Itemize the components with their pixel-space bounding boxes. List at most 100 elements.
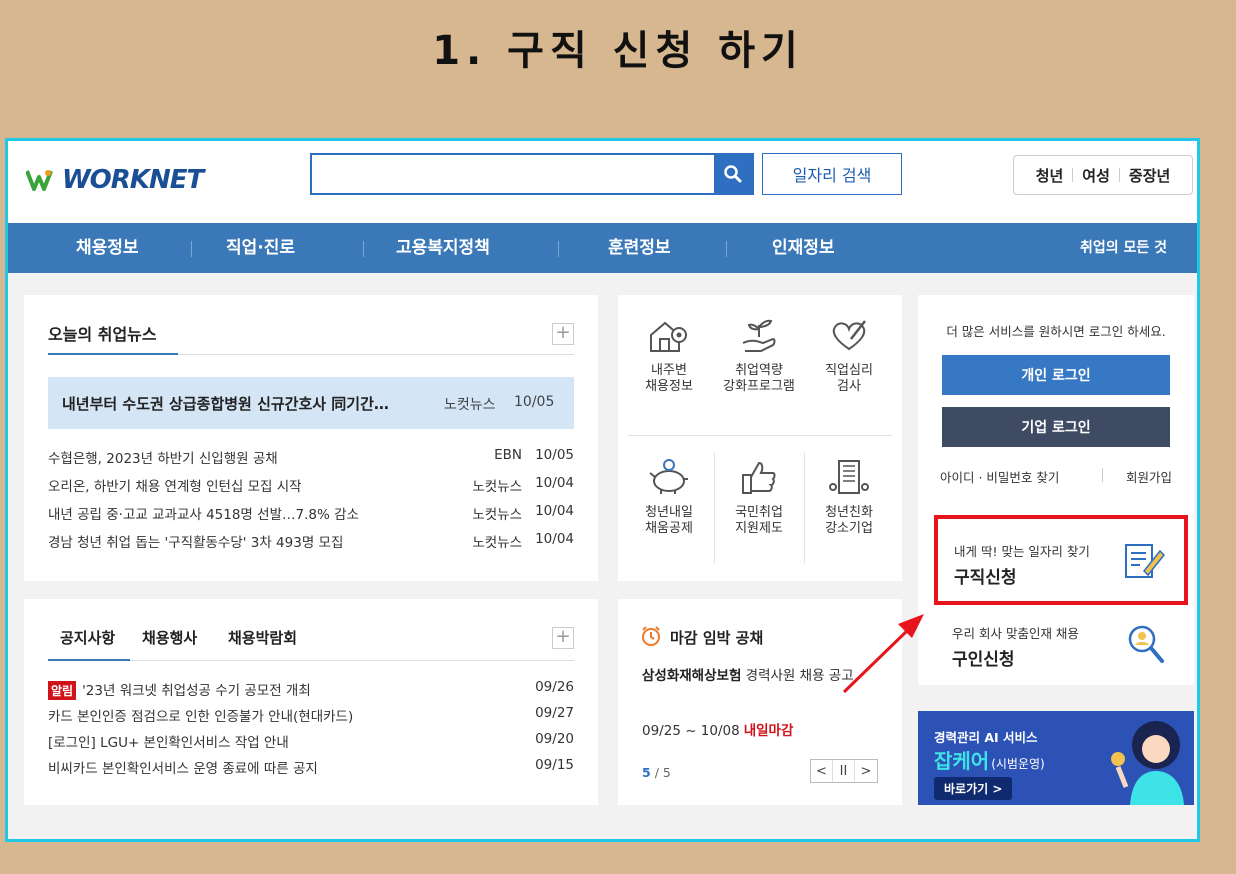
company-login-button[interactable]: 기업 로그인 (942, 407, 1170, 447)
news-panel: 오늘의 취업뉴스 + 내년부터 수도권 상급종합병원 신규간호사 同기간… 노컷… (24, 295, 598, 581)
current-page: 5 (642, 765, 651, 780)
sprout-hand-icon (742, 319, 776, 352)
news-row[interactable]: 오리온, 하반기 채용 연계형 인턴십 모집 시작 노컷뉴스 10/04 (48, 475, 574, 497)
search-button[interactable] (714, 155, 752, 193)
tab-middle-aged[interactable]: 중장년 (1129, 165, 1170, 186)
service-capacity-program[interactable]: 취업역량 강화프로그램 (714, 315, 804, 395)
deadline-posting[interactable]: 삼성화재해상보험 경력사원 채용 공고 (642, 665, 878, 687)
tab-notices[interactable]: 공지사항 (60, 627, 115, 648)
service-label: 내주변 (651, 363, 687, 378)
service-youth-savings[interactable]: 청년내일 채움공제 (624, 457, 714, 537)
hire-subtitle[interactable]: 우리 회사 맞춤인재 채용 (952, 623, 1079, 642)
tab-job-fairs[interactable]: 채용박람회 (228, 627, 297, 648)
notice-row[interactable]: 알림 '23년 워크넷 취업성공 수기 공모전 개최 09/26 (48, 679, 574, 701)
nav-divider (363, 241, 364, 257)
job-title: 경력사원 채용 공고 (745, 668, 854, 684)
next-button[interactable]: > (855, 760, 877, 782)
news-source: 노컷뉴스 (472, 535, 522, 551)
sign-up-link[interactable]: 회원가입 (1126, 467, 1172, 486)
divider (1118, 168, 1120, 182)
notice-text: '23년 워크넷 취업성공 수기 공모전 개최 (82, 683, 311, 699)
find-id-password-link[interactable]: 아이디 · 비밀번호 찾기 (940, 467, 1059, 486)
banner-line1: 경력관리 AI 서비스 (934, 730, 1038, 745)
magnifier-person-icon[interactable] (1122, 621, 1168, 667)
pause-button[interactable]: II (833, 760, 855, 782)
service-label: 강소기업 (825, 521, 873, 536)
service-label: 청년친화 (825, 505, 873, 520)
more-notices-button[interactable]: + (552, 627, 574, 649)
news-title[interactable]: 오늘의 취업뉴스 (48, 321, 157, 345)
notice-row[interactable]: [로그인] LGU+ 본인확인서비스 작업 안내 09/20 (48, 731, 574, 753)
service-nearby-jobs[interactable]: 내주변 채용정보 (624, 315, 714, 395)
service-national-employment[interactable]: 국민취업 지원제도 (714, 457, 804, 537)
alarm-clock-icon (642, 626, 660, 646)
nav-item-all[interactable]: 취업의 모든 것 (1080, 223, 1167, 273)
news-row[interactable]: 경남 청년 취업 돕는 '구직활동수당' 3차 493명 모집 노컷뉴스 10/… (48, 531, 574, 553)
nav-item-recruit[interactable]: 채용정보 (76, 223, 139, 273)
banner-title: 잡케어 (시범운영) (934, 745, 1045, 774)
news-source: 노컷뉴스 (472, 507, 522, 523)
divider (178, 354, 574, 355)
period-text: 09/25 ~ 10/08 (642, 723, 740, 739)
tab-underline (48, 353, 178, 355)
site-header: WORKNET 일자리 검색 청년 여성 중장년 (8, 141, 1197, 223)
hire-title[interactable]: 구인신청 (952, 645, 1015, 670)
nav-item-talent[interactable]: 인재정보 (772, 223, 835, 273)
login-hint: 더 많은 서비스를 원하시면 로그인 하세요. (946, 324, 1166, 339)
divider (1102, 468, 1103, 482)
tab-women[interactable]: 여성 (1082, 165, 1110, 186)
news-text: 수협은행, 2023년 하반기 신입행원 공채 (48, 451, 278, 467)
notice-row[interactable]: 비씨카드 본인확인서비스 운영 종료에 따른 공지 09/15 (48, 757, 574, 779)
tab-youth[interactable]: 청년 (1036, 165, 1064, 186)
search-input[interactable] (312, 155, 712, 193)
nav-divider (726, 241, 727, 257)
carousel-controls: < II > (810, 759, 878, 783)
prev-button[interactable]: < (811, 760, 833, 782)
nav-item-training[interactable]: 훈련정보 (608, 223, 671, 273)
news-source: 노컷뉴스 (472, 479, 522, 495)
notice-text: 카드 본인인증 점검으로 인한 인증불가 안내(현대카드) (48, 709, 354, 725)
nav-divider (191, 241, 192, 257)
notice-panel: 공지사항 채용행사 채용박람회 + 알림 '23년 워크넷 취업성공 수기 공모전… (24, 599, 598, 805)
notice-date: 09/20 (535, 731, 574, 747)
headline-date: 10/05 (514, 394, 555, 410)
building-icon (829, 460, 869, 494)
service-label: 지원제도 (735, 521, 783, 536)
headline-news[interactable]: 내년부터 수도권 상급종합병원 신규간호사 同기간… 노컷뉴스 10/05 (48, 377, 574, 429)
services-panel: 내주변 채용정보 취업역량 강화프로그램 직업심리 검사 청년내일 채움공제 국… (618, 295, 902, 581)
company-name: 삼성화재해상보험 (642, 668, 742, 684)
nav-item-career[interactable]: 직업·진로 (226, 223, 295, 273)
service-youth-friendly-company[interactable]: 청년친화 강소기업 (804, 457, 894, 537)
service-label: 국민취업 (735, 505, 783, 520)
slide-title: 1. 구직 신청 하기 (432, 28, 804, 74)
notice-row[interactable]: 카드 본인인증 점검으로 인한 인증불가 안내(현대카드) 09/27 (48, 705, 574, 727)
worknet-logo[interactable]: WORKNET (25, 165, 204, 195)
nav-item-welfare[interactable]: 고용복지정책 (396, 223, 490, 273)
job-search-button[interactable]: 일자리 검색 (762, 153, 902, 195)
deadline-panel: 마감 임박 공채 삼성화재해상보험 경력사원 채용 공고 09/25 ~ 10/… (618, 599, 902, 805)
news-date: 10/04 (535, 531, 574, 547)
news-source: EBN (494, 447, 522, 463)
news-date: 10/04 (535, 503, 574, 519)
main-nav: 채용정보 직업·진로 고용복지정책 훈련정보 인재정보 취업의 모든 것 (8, 223, 1197, 273)
search-box[interactable] (310, 153, 754, 195)
age-tabs: 청년 여성 중장년 (1013, 155, 1193, 195)
apply-subtitle: 내게 딱! 맞는 일자리 찾기 (954, 544, 1090, 559)
more-news-button[interactable]: + (552, 323, 574, 345)
divider (130, 660, 574, 661)
banner-go-button[interactable]: 바로가기 > (934, 777, 1013, 800)
piggy-bank-icon (649, 459, 688, 494)
service-label: 청년내일 (645, 505, 693, 520)
personal-login-button[interactable]: 개인 로그인 (942, 355, 1170, 395)
logo-mark-icon (25, 170, 53, 191)
news-date: 10/04 (535, 475, 574, 491)
service-label: 검사 (837, 379, 861, 394)
job-application-button[interactable]: 내게 딱! 맞는 일자리 찾기 구직신청 (934, 515, 1188, 605)
jobcare-banner[interactable]: 경력관리 AI 서비스 잡케어 (시범운영) 바로가기 > (918, 711, 1194, 805)
news-row[interactable]: 내년 공립 중·고교 교과교사 4518명 선발…7.8% 감소 노컷뉴스 10… (48, 503, 574, 525)
tab-hiring-events[interactable]: 채용행사 (142, 627, 197, 648)
news-row[interactable]: 수협은행, 2023년 하반기 신입행원 공채 EBN 10/05 (48, 447, 574, 469)
notice-date: 09/27 (535, 705, 574, 721)
service-psych-test[interactable]: 직업심리 검사 (804, 315, 894, 395)
apply-title: 구직신청 (954, 568, 1017, 588)
